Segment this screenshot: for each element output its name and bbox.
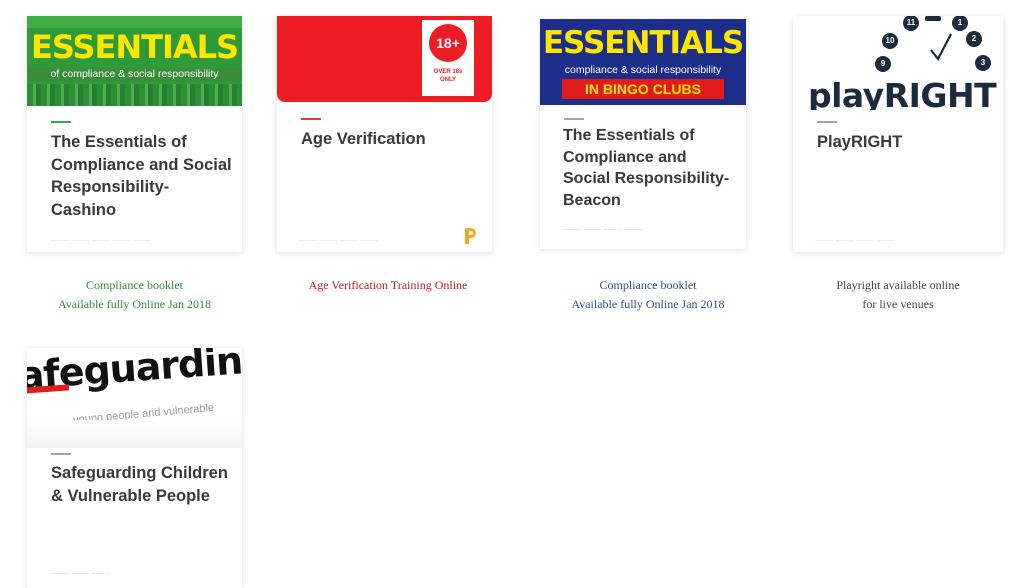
age-badge-small: OVER 18s ONLY [433,69,463,83]
clock-number-1: 1 [957,18,963,27]
course-title[interactable]: The Essentials of Compliance and Social … [563,125,736,211]
thumbnail-subline: of compliance & social responsibility [27,68,242,81]
accent-line [51,453,71,455]
caption-line-2: for live venues [862,297,934,311]
caption-line-2: Available fully Online Jan 2018 [571,297,725,311]
course-card-safeguarding[interactable]: afeguarding young people and vulnerable … [27,348,242,588]
clock-number-3: 3 [980,58,986,67]
thumbnail-subline: compliance & social responsibility [564,64,722,76]
thumbnail-banner: IN BINGO CLUBS [562,79,724,99]
clock-number-10: 10 [885,36,895,45]
accent-line [564,118,584,120]
caption-cashino: Compliance booklet Available fully Onlin… [27,276,242,314]
caption-line-1: Playright available online [836,278,960,292]
course-card-age-verification[interactable]: 18+ OVER 18s ONLY Age Verification —— ——… [277,16,492,252]
caption-beacon: Compliance booklet Available fully Onlin… [540,276,756,314]
course-thumbnail-age-verification[interactable]: 18+ OVER 18s ONLY [277,16,492,102]
course-thumbnail-playright[interactable]: 11 12 1 2 3 10 9 playRIGHT [793,16,1003,114]
faint-meta: —— —— —— —— [815,235,895,245]
course-thumbnail-safeguarding[interactable]: afeguarding young people and vulnerable [27,348,242,448]
course-card-cashino[interactable]: ESSENTIALS of compliance & social respon… [27,16,242,252]
caption-line-1: Compliance booklet [86,278,183,292]
course-card-playright[interactable]: 11 12 1 2 3 10 9 playRIGHT PlayRIGHT —— … [793,16,1003,252]
course-badge-icon [463,227,477,245]
clock-number-9: 9 [880,59,886,68]
caption-line-1: Compliance booklet [599,278,697,292]
faint-meta: —— —— —— —— [563,224,643,234]
course-title[interactable]: PlayRIGHT [817,131,993,154]
course-card-beacon[interactable]: ESSENTIALS compliance & social responsib… [540,19,746,249]
clock-number-11: 11 [906,18,916,27]
clock-number-2: 2 [971,34,977,43]
thumbnail-headline: afeguarding [27,348,242,398]
course-title[interactable]: Age Verification [301,128,482,151]
age-badge-circle: 18+ [429,24,467,62]
playright-wordmark: playRIGHT [808,76,997,110]
caption-line-2: Available fully Online Jan 2018 [57,297,212,311]
course-title[interactable]: The Essentials of Compliance and Social … [51,131,232,221]
faint-meta: —— —— —— —— —— [51,235,152,245]
age-badge-text: 18+ [436,35,460,51]
accent-line [51,121,71,123]
course-title[interactable]: Safeguarding Children & Vulnerable Peopl… [51,462,232,507]
caption-playright: Playright available online for live venu… [793,276,1003,314]
caption-line-1: Age Verification Training Online [308,278,468,292]
caption-age-verification: Age Verification Training Online [277,276,499,295]
course-thumbnail-beacon[interactable]: ESSENTIALS compliance & social responsib… [540,19,746,105]
faint-meta: —— —— —— —— [299,235,379,245]
accent-line [817,121,837,123]
thumbnail-headline: ESSENTIALS [542,25,744,61]
course-thumbnail-cashino[interactable]: ESSENTIALS of compliance & social respon… [27,16,242,106]
accent-line [301,118,321,120]
thumbnail-headline: ESSENTIALS [30,28,239,66]
age-badge: 18+ OVER 18s ONLY [422,20,474,96]
faint-meta: —— —— —— [51,568,111,578]
